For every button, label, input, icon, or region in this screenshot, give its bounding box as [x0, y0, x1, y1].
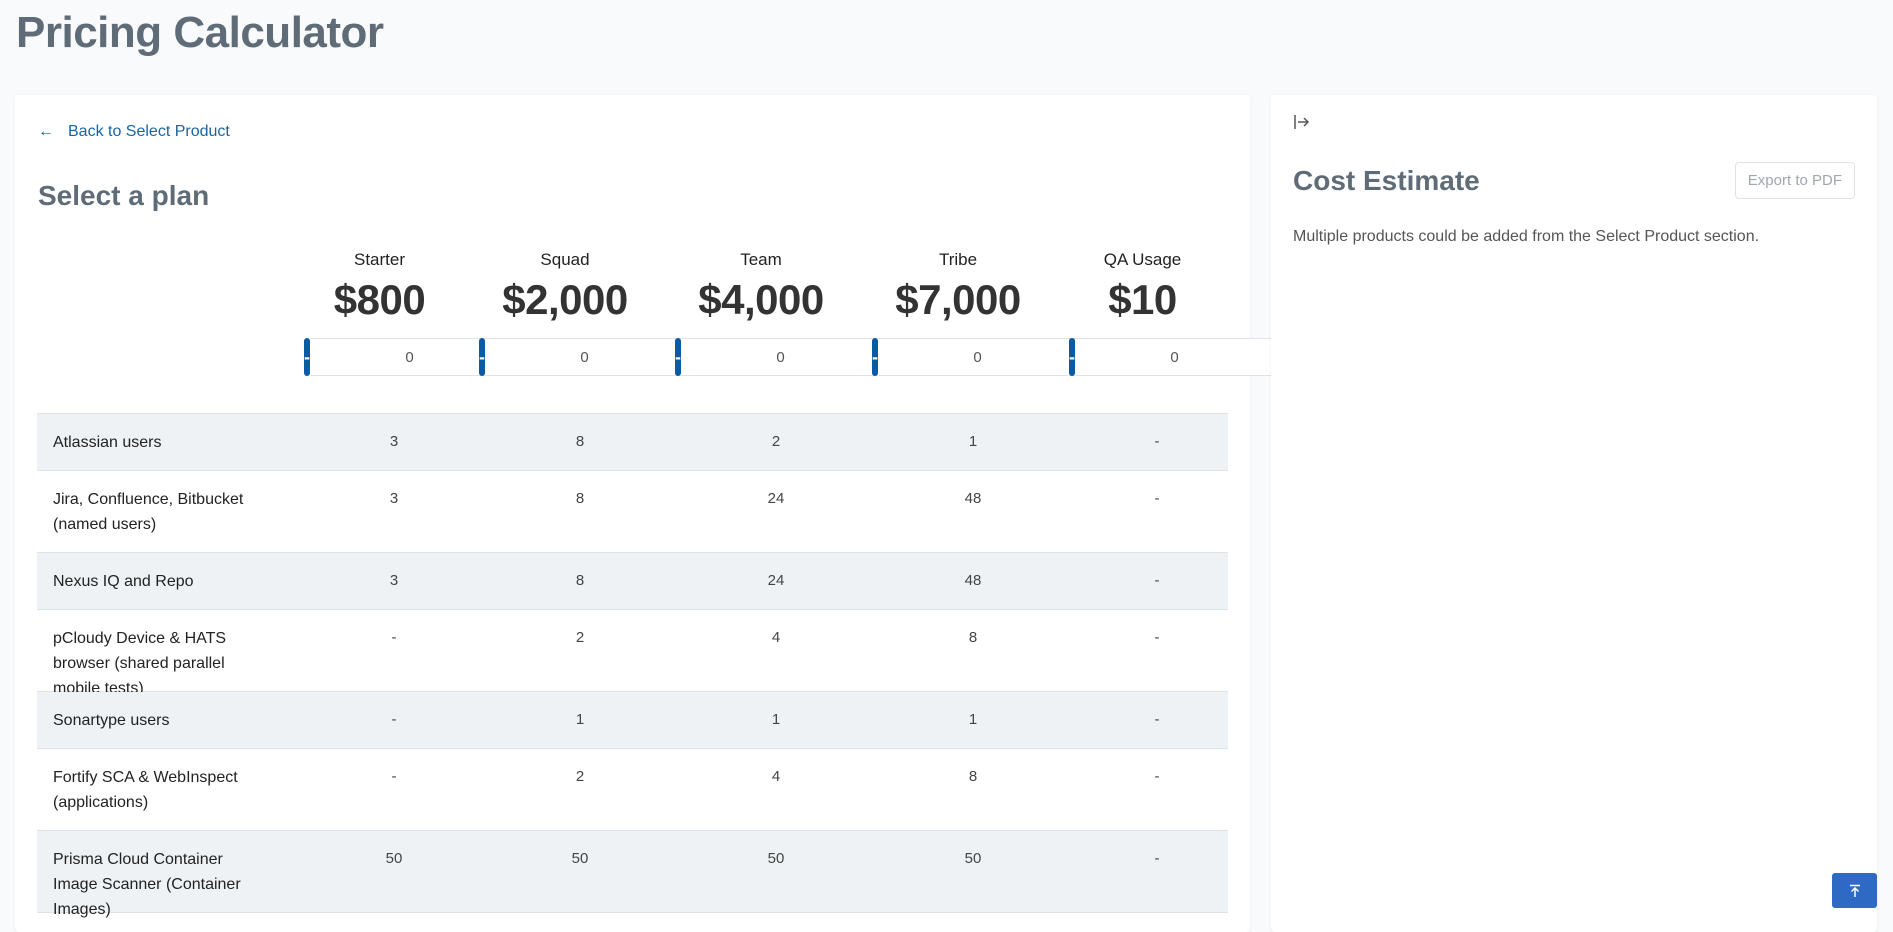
table-cell: 1	[575, 711, 585, 728]
plan-price: $2,000	[502, 276, 628, 323]
plan-price: $800	[333, 276, 426, 323]
table-cell: -	[1154, 711, 1160, 728]
row-label: Jira, Confluence, Bitbucket (named users…	[53, 491, 244, 533]
table-cell: 2	[575, 768, 585, 785]
cost-estimate-panel: Cost Estimate Export to PDF Multiple pro…	[1271, 95, 1877, 932]
table-cell: -	[391, 711, 397, 728]
row-label: Sonartype users	[53, 712, 170, 729]
table-cell: 1	[968, 711, 978, 728]
row-label: Fortify SCA & WebInspect (applications)	[53, 769, 238, 811]
plan-price: $7,000	[895, 276, 1021, 323]
plan-price: $4,000	[698, 276, 824, 323]
table-cell: 3	[389, 433, 399, 450]
plan-price: $10	[1108, 276, 1177, 323]
table-cell: 8	[575, 490, 585, 507]
table-cell: -	[1154, 768, 1160, 785]
table-cell: 8	[968, 768, 978, 785]
plan-starter: Starter $800 - +	[304, 250, 520, 376]
cost-estimate-note: Multiple products could be added from th…	[1293, 228, 1760, 245]
quantity-stepper: - +	[304, 338, 520, 376]
table-cell: -	[1154, 490, 1160, 507]
plan-qa-usage: QA Usage $10 - +	[1069, 250, 1285, 376]
quantity-input[interactable]	[878, 338, 1077, 376]
table-cell: 24	[767, 490, 785, 507]
table-cell: -	[391, 629, 397, 646]
arrow-left-icon: ←	[38, 123, 54, 140]
plan-name: Squad	[540, 250, 590, 269]
cost-estimate-title: Cost Estimate	[1293, 165, 1480, 196]
table-cell: 50	[571, 850, 589, 867]
table-row: Nexus IQ and Repo 3 8 24 48 -	[37, 553, 1228, 610]
table-cell: 50	[385, 850, 403, 867]
row-label: Nexus IQ and Repo	[53, 573, 194, 590]
table-cell: 8	[968, 629, 978, 646]
table-row: pCloudy Device & HATS browser (shared pa…	[37, 610, 1228, 697]
scroll-to-top-button[interactable]	[1832, 873, 1877, 908]
table-cell: 3	[389, 490, 399, 507]
table-cell: 50	[767, 850, 785, 867]
collapse-right-icon-svg	[1294, 115, 1310, 129]
table-cell: -	[1154, 572, 1160, 589]
table-cell: 2	[771, 433, 781, 450]
table-row: Sonartype users - 1 1 1 -	[37, 692, 1228, 749]
table-cell: -	[391, 768, 397, 785]
table-cell: 50	[964, 850, 982, 867]
table-cell: -	[1154, 629, 1160, 646]
section-title: Select a plan	[38, 180, 210, 211]
table-row: Prisma Cloud Container Image Scanner (Co…	[37, 831, 1228, 918]
collapse-right-icon[interactable]	[1293, 113, 1311, 136]
export-to-pdf-button[interactable]: Export to PDF	[1734, 162, 1855, 199]
table-cell: 8	[575, 433, 585, 450]
quantity-input[interactable]	[681, 338, 880, 376]
row-label: Atlassian users	[53, 434, 162, 451]
quantity-input[interactable]	[1075, 338, 1274, 376]
table-cell: 8	[575, 572, 585, 589]
table-cell: 3	[389, 572, 399, 589]
quantity-input[interactable]	[485, 338, 684, 376]
table-cell: 48	[964, 572, 982, 589]
table-row: Jira, Confluence, Bitbucket (named users…	[37, 471, 1228, 553]
page-title: Pricing Calculator	[16, 8, 384, 57]
plan-name: Team	[740, 250, 782, 269]
plan-name: Tribe	[938, 250, 978, 269]
row-label: Prisma Cloud Container Image Scanner (Co…	[53, 851, 241, 918]
plan-squad: Squad $2,000 - +	[479, 250, 695, 376]
plan-tribe: Tribe $7,000 - +	[872, 250, 1088, 376]
back-to-select-product-link[interactable]: ← Back to Select Product	[38, 123, 230, 141]
table-row: Fortify SCA & WebInspect (applications) …	[37, 749, 1228, 831]
table-cell: 4	[771, 629, 781, 646]
plan-name: Starter	[353, 250, 406, 269]
arrow-up-to-top-icon	[1849, 884, 1860, 897]
table-cell: -	[1154, 850, 1160, 867]
table-cell: 1	[968, 433, 978, 450]
plan-name: QA Usage	[1103, 250, 1182, 269]
table-cell: 24	[767, 572, 785, 589]
table-cell: 4	[771, 768, 781, 785]
row-label: pCloudy Device & HATS browser (shared pa…	[53, 630, 227, 697]
table-cell: -	[1154, 433, 1160, 450]
back-link-label: Back to Select Product	[68, 123, 230, 140]
table-cell: 1	[771, 711, 781, 728]
quantity-stepper: - +	[479, 338, 695, 376]
table-row: Atlassian users 3 8 2 1 -	[37, 414, 1228, 471]
table-cell: 2	[575, 629, 585, 646]
quantity-stepper: - +	[1069, 338, 1285, 376]
plan-selection-card: ← Back to Select Product Select a plan S…	[15, 95, 1285, 932]
plan-team: Team $4,000 - +	[675, 250, 891, 376]
quantity-stepper: - +	[872, 338, 1088, 376]
plan-features-table: Atlassian users 3 8 2 1 - Jira, Confluen…	[37, 413, 1228, 918]
quantity-stepper: - +	[675, 338, 891, 376]
table-cell: 48	[964, 490, 982, 507]
